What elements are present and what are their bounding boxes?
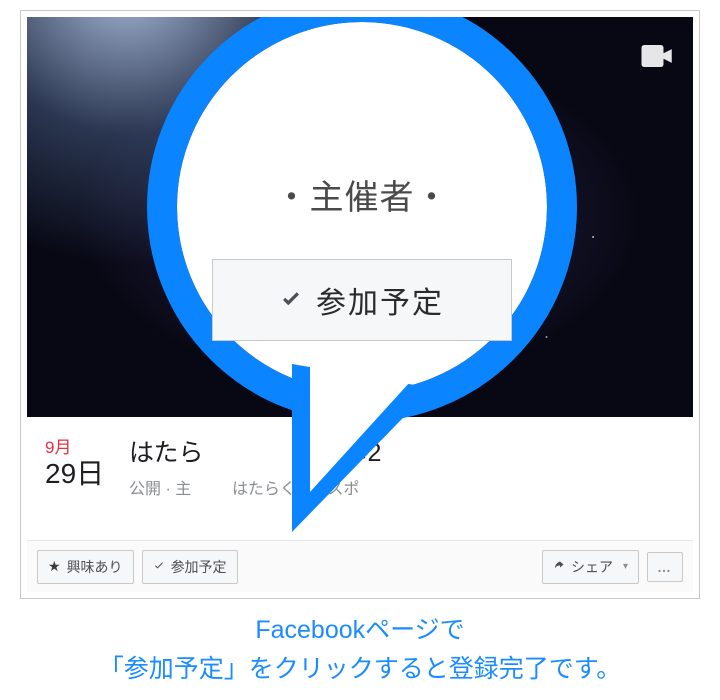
more-button[interactable]: … [647, 552, 683, 582]
video-icon [641, 45, 675, 67]
event-day: 29日 [45, 460, 105, 488]
caption-line1: Facebookページで [0, 611, 720, 650]
interested-button[interactable]: ★ 興味あり [37, 550, 134, 584]
event-month: 9月 [45, 433, 105, 458]
event-title: はたら ＿＿＿＿ スポ2 [129, 433, 381, 469]
event-title-block: はたら ＿＿＿＿ スポ2 公開 · 主 ＿＿ はたらくエキスポ [129, 433, 381, 499]
instruction-caption: Facebookページで 「参加予定」をクリックすると登録完了です。 [0, 611, 720, 689]
screenshot-frame: 9月 29日 はたら ＿＿＿＿ スポ2 公開 · 主 ＿＿ はたらくエキスポ ★ [20, 10, 700, 599]
share-label: シェア [571, 557, 613, 577]
going-label: 参加予定 [171, 557, 227, 577]
star-icon: ★ [48, 558, 61, 575]
more-label: … [657, 559, 673, 575]
event-action-bar: ★ 興味あり 参加予定 シェア … [27, 540, 693, 592]
share-icon [553, 559, 565, 575]
caption-line2: 「参加予定」をクリックすると登録完了です。 [0, 650, 720, 689]
magnified-going-label: 参加予定 [316, 278, 444, 322]
going-button[interactable]: 参加予定 [142, 550, 238, 584]
check-icon [153, 559, 165, 575]
check-icon [280, 289, 302, 311]
event-subtitle: 公開 · 主 ＿＿ はたらくエキスポ [129, 475, 381, 499]
share-button[interactable]: シェア [542, 550, 639, 584]
magnifier-header: ・主催者・ [197, 170, 527, 219]
interested-label: 興味あり [67, 557, 123, 577]
event-info-bar: 9月 29日 はたら ＿＿＿＿ スポ2 公開 · 主 ＿＿ はたらくエキスポ [27, 417, 693, 513]
magnified-going-button[interactable]: 参加予定 [212, 259, 512, 341]
event-date: 9月 29日 [45, 433, 105, 488]
facebook-event-card: 9月 29日 はたら ＿＿＿＿ スポ2 公開 · 主 ＿＿ はたらくエキスポ ★ [27, 17, 693, 592]
